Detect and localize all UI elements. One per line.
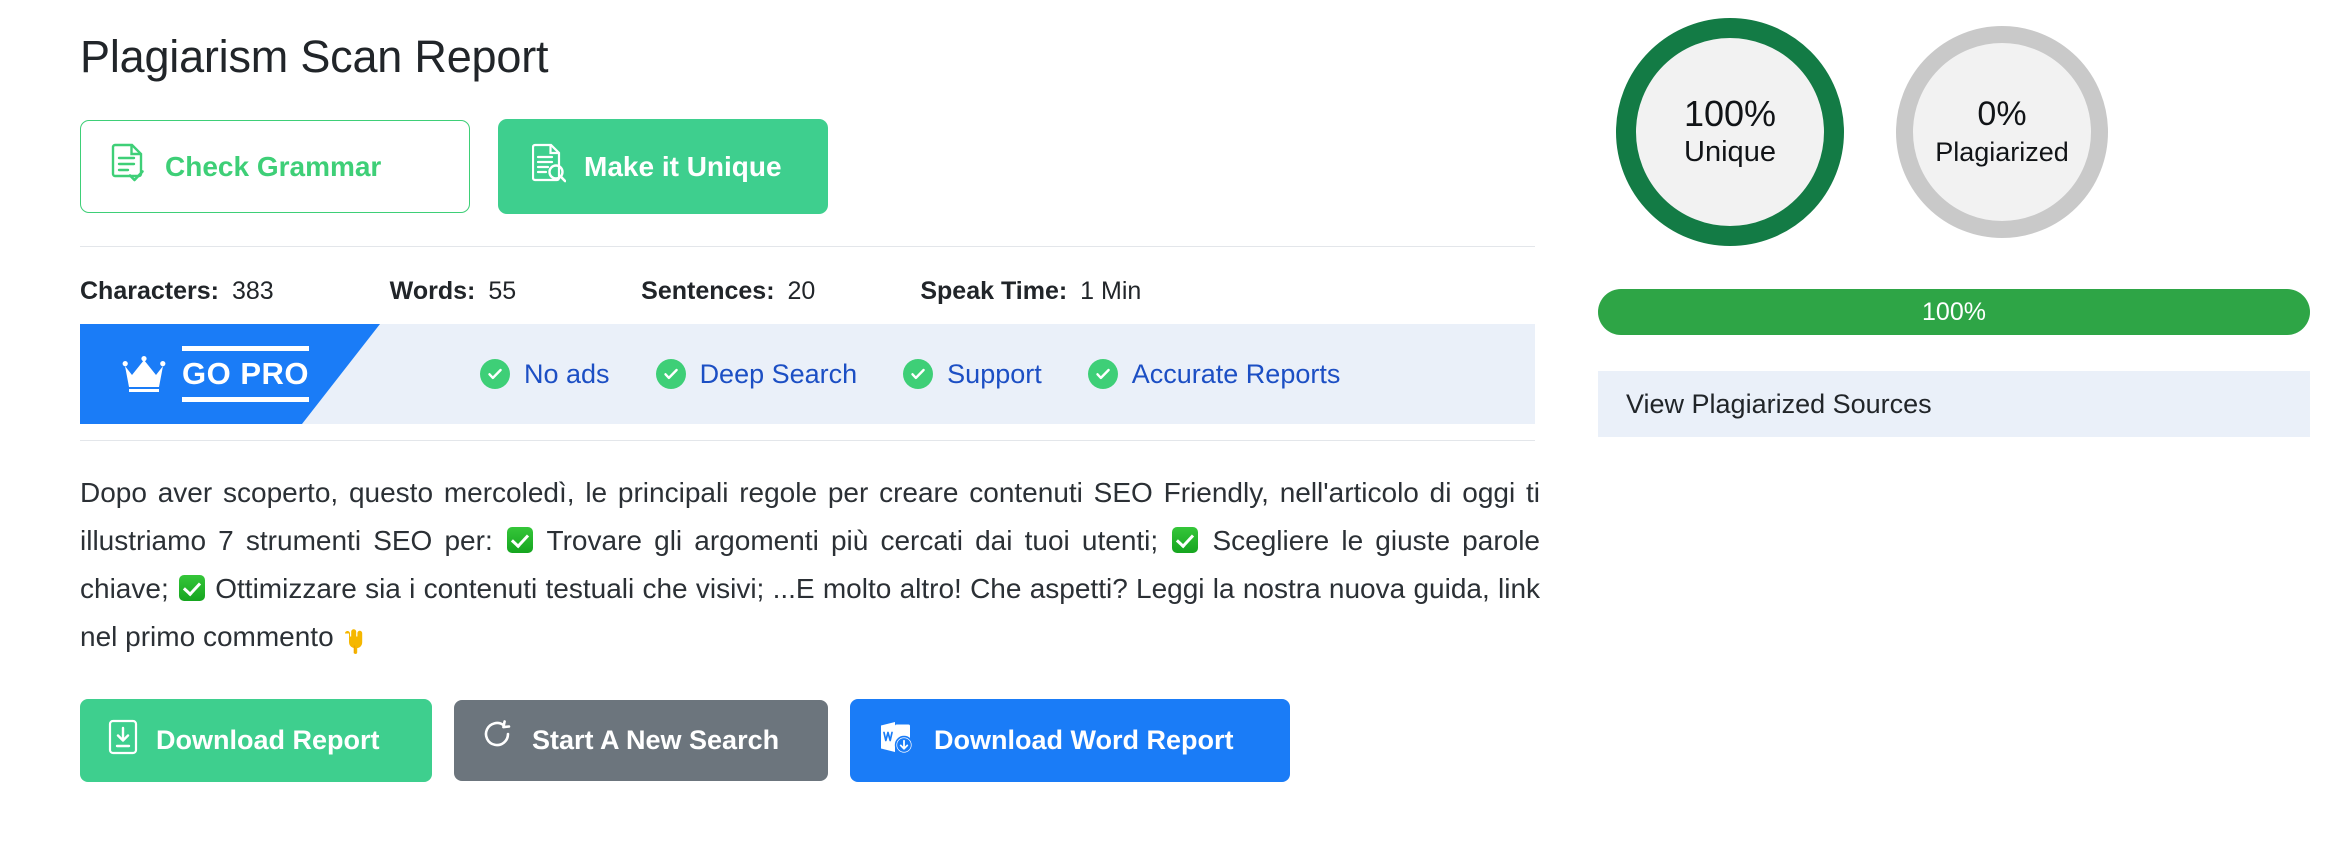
- download-word-report-button[interactable]: Download Word Report: [850, 699, 1290, 782]
- white-check-mark-emoji: [1172, 527, 1199, 553]
- feature-deep-search[interactable]: Deep Search: [655, 358, 858, 390]
- plagiarism-scan-report-page: Plagiarism Scan Report Check Grammar Mak…: [0, 0, 2326, 854]
- report-action-buttons: Download Report Start A New Search Downl…: [80, 699, 1540, 782]
- stat-speak-time: Speak Time: 1 Min: [920, 277, 1141, 306]
- progress-bar-label: 100%: [1922, 297, 1986, 326]
- feature-label: Accurate Reports: [1131, 358, 1341, 389]
- make-it-unique-label: Make it Unique: [584, 150, 782, 182]
- start-new-search-button[interactable]: Start A New Search: [454, 700, 828, 781]
- unique-percent-value: 100%: [1683, 92, 1777, 134]
- stat-characters: Characters: 383: [80, 277, 274, 306]
- go-pro-feature-list: No ads Deep Search Support Accurate Repo…: [480, 324, 1340, 424]
- stat-speak-time-value: 1 Min: [1080, 277, 1142, 305]
- check-circle-icon: [1087, 359, 1118, 389]
- divider-below-banner: [80, 440, 1535, 441]
- feature-accurate-reports[interactable]: Accurate Reports: [1087, 358, 1341, 390]
- feature-no-ads[interactable]: No ads: [480, 359, 610, 390]
- go-pro-tag[interactable]: GO PRO: [80, 324, 380, 424]
- white-check-mark-emoji: [506, 527, 533, 553]
- check-grammar-label: Check Grammar: [165, 150, 382, 182]
- plagiarized-percentage-gauge: 0% Plagiarized: [1896, 26, 2108, 238]
- crown-icon: [122, 356, 166, 393]
- grammar-document-check-icon: [111, 143, 147, 190]
- check-grammar-button[interactable]: Check Grammar: [80, 120, 470, 213]
- plagiarized-gauge-label: Plagiarized: [1935, 136, 2069, 167]
- backhand-index-pointing-down-emoji: [341, 615, 367, 663]
- scanned-text-content: Dopo aver scoperto, questo mercoledì, le…: [80, 469, 1540, 663]
- stat-characters-label: Characters:: [80, 277, 219, 305]
- stat-sentences-value: 20: [787, 277, 816, 305]
- feature-label: Deep Search: [699, 358, 858, 389]
- start-new-search-label: Start A New Search: [532, 725, 780, 755]
- document-stats-row: Characters: 383 Words: 55 Sentences: 20 …: [80, 277, 1535, 306]
- download-report-button[interactable]: Download Report: [80, 699, 432, 782]
- primary-action-row: Check Grammar Make it Unique: [80, 119, 1540, 214]
- feature-support[interactable]: Support: [903, 359, 1042, 390]
- view-plagiarized-sources-label: View Plagiarized Sources: [1626, 388, 1932, 419]
- feature-label: Support: [947, 358, 1042, 389]
- refresh-icon: [482, 720, 514, 761]
- report-text-part2: Trovare gli argomenti più cercati dai tu…: [546, 525, 1159, 556]
- stat-sentences-label: Sentences:: [641, 277, 775, 305]
- report-main-column: Plagiarism Scan Report Check Grammar Mak…: [80, 0, 1540, 854]
- results-sidebar: 100% Unique 0% Plagiarized 100% View Pla…: [1598, 0, 2326, 854]
- unique-gauge-label: Unique: [1684, 136, 1776, 169]
- go-pro-label: GO PRO: [182, 345, 310, 403]
- divider-top: [80, 246, 1535, 247]
- result-gauges: 100% Unique 0% Plagiarized: [1598, 0, 2326, 246]
- word-document-download-icon: [878, 719, 916, 762]
- unique-progress-bar: 100%: [1598, 289, 2310, 335]
- document-search-icon: [531, 143, 567, 190]
- stat-words-value: 55: [488, 277, 517, 305]
- page-title: Plagiarism Scan Report: [80, 31, 549, 82]
- check-circle-icon: [903, 359, 934, 389]
- make-it-unique-button[interactable]: Make it Unique: [498, 119, 828, 214]
- feature-label: No ads: [524, 358, 610, 389]
- stat-words-label: Words:: [389, 277, 476, 305]
- download-word-report-label: Download Word Report: [934, 725, 1234, 755]
- view-plagiarized-sources-panel[interactable]: View Plagiarized Sources: [1598, 371, 2310, 437]
- unique-percentage-gauge: 100% Unique: [1616, 18, 1844, 246]
- check-circle-icon: [480, 359, 510, 389]
- download-report-label: Download Report: [156, 725, 380, 755]
- stat-characters-value: 383: [231, 277, 274, 305]
- white-check-mark-emoji: [178, 575, 205, 601]
- stat-sentences: Sentences: 20: [641, 277, 815, 306]
- check-circle-icon: [655, 359, 686, 389]
- document-download-icon: [108, 719, 138, 762]
- stat-words: Words: 55: [390, 277, 516, 306]
- report-text-part4: Ottimizzare sia i contenuti testuali che…: [80, 573, 1541, 652]
- stat-speak-time-label: Speak Time:: [920, 277, 1068, 305]
- go-pro-banner[interactable]: GO PRO No ads Deep Search Support Accura…: [80, 324, 1535, 424]
- plagiarized-percent-value: 0%: [1977, 95, 2027, 134]
